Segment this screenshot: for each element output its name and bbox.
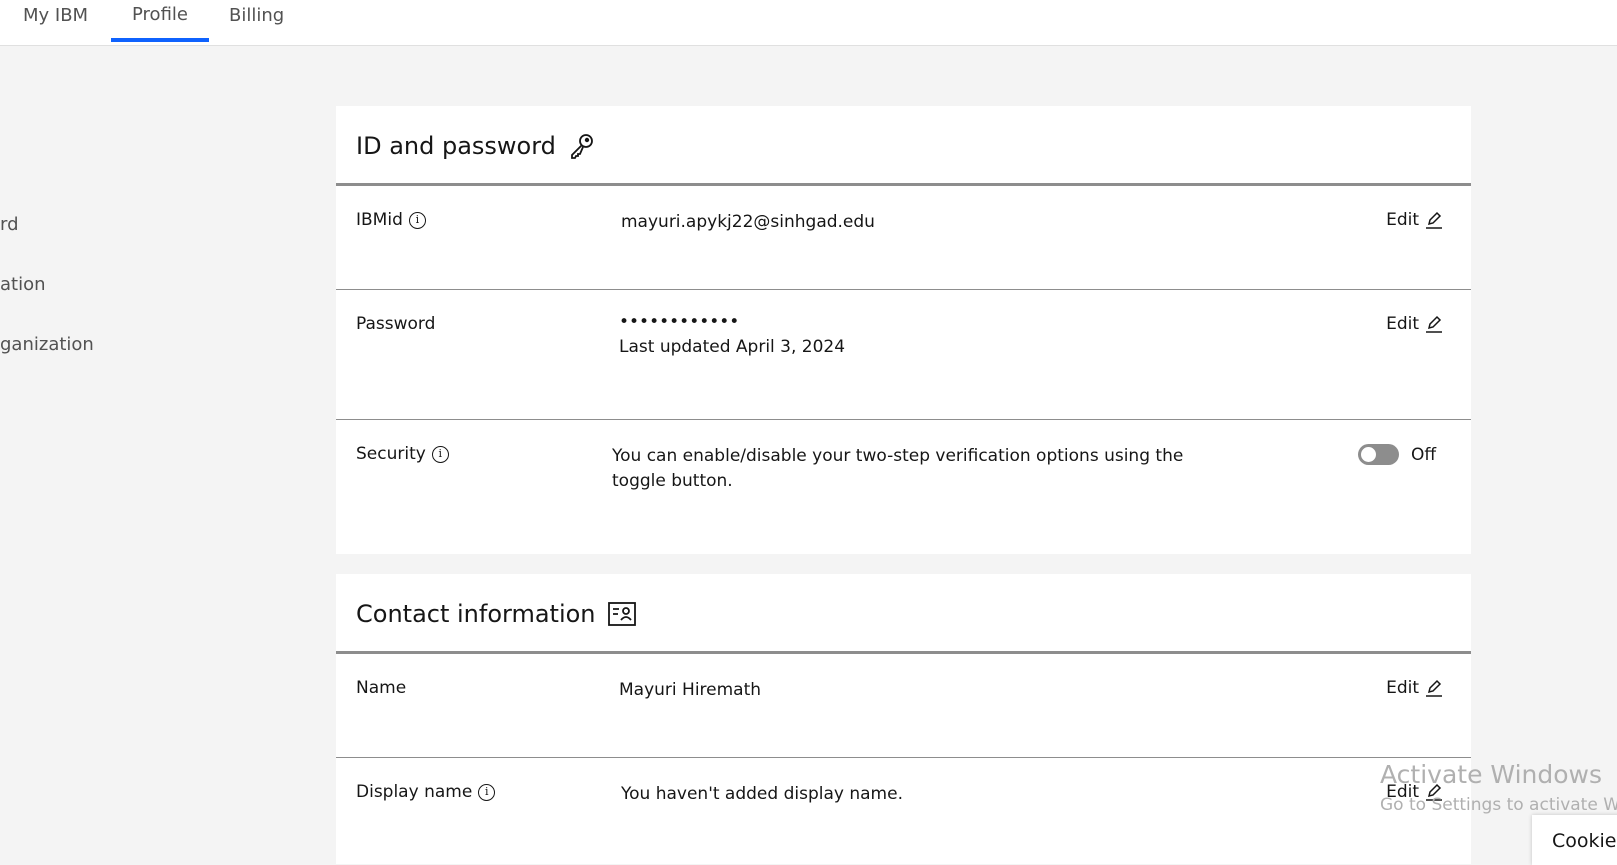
tab-billing[interactable]: Billing [229, 4, 284, 46]
name-label: Name [356, 678, 407, 698]
pencil-icon [1426, 679, 1442, 697]
card-title: ID and password [356, 132, 556, 160]
two-step-toggle[interactable]: Off [1358, 444, 1436, 465]
windows-watermark-subtitle: Go to Settings to activate Win [1380, 795, 1617, 815]
edit-password-button[interactable]: Edit [1386, 314, 1443, 334]
edit-ibmid-button[interactable]: Edit [1386, 210, 1443, 230]
info-icon[interactable]: i [431, 445, 449, 463]
edit-name-button[interactable]: Edit [1386, 678, 1443, 698]
display-name-row: Display name i You haven't added display … [336, 758, 1471, 858]
windows-watermark-title: Activate Windows [1380, 760, 1602, 789]
toggle-state: Off [1411, 444, 1437, 465]
display-name-value: You haven't added display name. [621, 784, 903, 804]
pencil-icon [1426, 211, 1442, 229]
cookie-button[interactable]: Cookie [1532, 815, 1617, 865]
password-row: Password •••••••••••• Last updated April … [336, 290, 1471, 420]
top-nav: My IBM Profile Billing [0, 0, 1617, 46]
edit-label: Edit [1386, 210, 1419, 230]
password-updated: Last updated April 3, 2024 [619, 337, 846, 357]
password-mask: •••••••••••• [619, 312, 740, 332]
display-name-label: Display name [356, 782, 473, 802]
card-title: Contact information [356, 600, 596, 628]
sidebar-item-contact-information[interactable]: ation [0, 274, 46, 295]
security-row: Security i You can enable/disable your tw… [336, 420, 1471, 551]
sidebar-item-organization[interactable]: ganization [0, 334, 94, 355]
toggle-switch[interactable] [1358, 444, 1399, 465]
security-label: Security [356, 444, 426, 464]
info-icon[interactable]: i [478, 783, 496, 801]
name-value: Mayuri Hiremath [619, 680, 762, 700]
ibmid-row: IBMid i mayuri.apykj22@sinhgad.edu Edit [336, 186, 1471, 290]
tab-profile[interactable]: Profile [111, 0, 209, 42]
name-row: Name Mayuri Hiremath Edit [336, 654, 1471, 758]
password-value: •••••••••••• Last updated April 3, 2024 [619, 310, 845, 360]
tab-my-ibm[interactable]: My IBM [23, 4, 88, 46]
password-label: Password [356, 314, 436, 334]
sidebar-item-id-password[interactable]: rd [0, 214, 19, 235]
edit-label: Edit [1386, 314, 1419, 334]
id-password-card: ID and password IBMid i mayuri.apykj22@si… [336, 106, 1471, 554]
key-icon [571, 134, 593, 159]
ibmid-label: IBMid [356, 210, 403, 230]
ibmid-value: mayuri.apykj22@sinhgad.edu [621, 212, 875, 232]
security-description: You can enable/disable your two-step ver… [612, 446, 1184, 491]
pencil-icon [1426, 315, 1442, 333]
edit-label: Edit [1386, 678, 1419, 698]
contact-card-icon [607, 602, 636, 626]
contact-information-card: Contact information Name Mayuri Hiremath… [336, 574, 1471, 864]
info-icon[interactable]: i [408, 211, 426, 229]
